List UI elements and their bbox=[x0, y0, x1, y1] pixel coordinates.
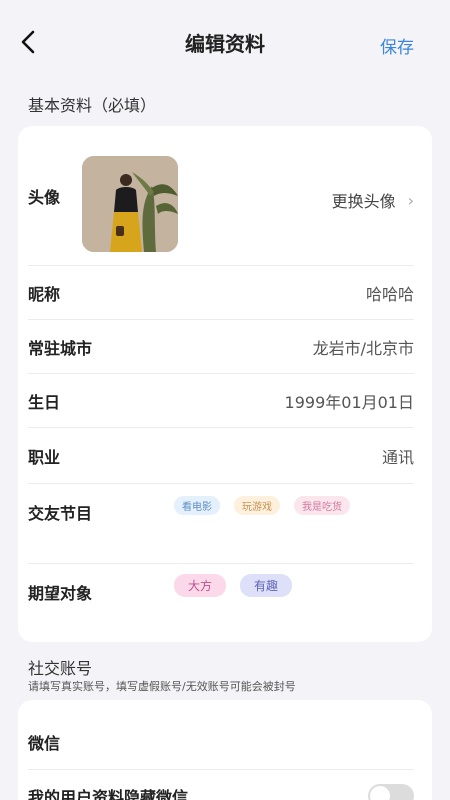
wechat-label: 微信 bbox=[28, 733, 61, 753]
hobby-tag-movie[interactable]: 看电影 bbox=[174, 496, 220, 515]
change-avatar-label: 更换头像 bbox=[331, 192, 396, 211]
chevron-right-icon: › bbox=[407, 190, 414, 210]
expect-label: 期望对象 bbox=[28, 584, 93, 603]
birthday-label: 生日 bbox=[28, 392, 61, 412]
hide-wechat-row: 我的用户资料隐藏微信 bbox=[28, 778, 414, 800]
avatar-label: 头像 bbox=[28, 187, 61, 207]
avatar[interactable] bbox=[82, 156, 178, 252]
avatar-photo bbox=[82, 156, 178, 252]
hobby-tag-game[interactable]: 玩游戏 bbox=[234, 496, 280, 515]
nickname-row[interactable]: 昵称 哈哈哈 bbox=[28, 266, 414, 320]
change-avatar-button[interactable]: 更换头像 › bbox=[332, 188, 414, 212]
wechat-row[interactable]: 微信 bbox=[28, 714, 414, 770]
birthday-value: 1999年01月01日 bbox=[284, 392, 414, 412]
nickname-value: 哈哈哈 bbox=[365, 284, 414, 304]
hide-wechat-toggle[interactable] bbox=[368, 784, 414, 800]
social-card: 微信 我的用户资料隐藏微信 bbox=[18, 700, 432, 800]
city-value: 龙岩市/北京市 bbox=[312, 338, 414, 358]
hobby-tag-food[interactable]: 我是吃货 bbox=[294, 496, 350, 515]
expect-tags: 大方 有趣 bbox=[174, 574, 293, 597]
job-label: 职业 bbox=[28, 447, 61, 467]
save-button[interactable]: 保存 bbox=[380, 33, 414, 58]
hobby-tags: 看电影 玩游戏 我是吃货 bbox=[174, 496, 350, 515]
city-row[interactable]: 常驻城市 龙岩市/北京市 bbox=[28, 320, 414, 374]
hide-wechat-label: 我的用户资料隐藏微信 bbox=[28, 788, 189, 800]
basic-section-title: 基本资料（必填） bbox=[28, 96, 157, 115]
social-section-hint: 请填写真实账号，填写虚假账号/无效账号可能会被封号 bbox=[28, 680, 296, 693]
hobby-label: 交友节目 bbox=[28, 504, 93, 523]
birthday-row[interactable]: 生日 1999年01月01日 bbox=[28, 374, 414, 428]
city-label: 常驻城市 bbox=[28, 338, 93, 358]
job-value: 通讯 bbox=[381, 447, 414, 467]
job-row[interactable]: 职业 通讯 bbox=[28, 428, 414, 484]
nav-bar: 编辑资料 保存 bbox=[0, 0, 450, 84]
nickname-label: 昵称 bbox=[28, 284, 61, 304]
expect-tag-fun[interactable]: 有趣 bbox=[240, 574, 293, 597]
basic-info-card: 头像 更换头像 › 昵称 哈哈哈 常驻城市 龙岩市/北京市 生日 1999年01… bbox=[18, 126, 432, 642]
social-section-title: 社交账号 bbox=[28, 659, 93, 678]
expect-tag-generous[interactable]: 大方 bbox=[174, 574, 227, 597]
